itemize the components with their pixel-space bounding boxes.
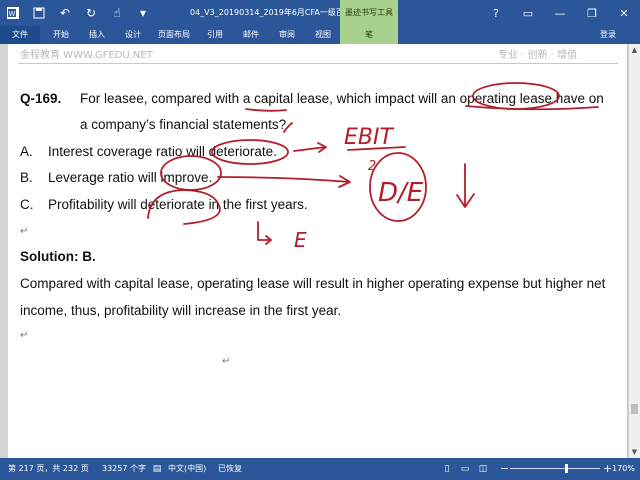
language-indicator[interactable]: 中文(中国) xyxy=(168,458,206,480)
vertical-scrollbar[interactable]: ▲ ▼ xyxy=(628,44,640,458)
tab-home[interactable]: 开始 xyxy=(44,26,78,44)
solution-text-line2: income, thus, profitability will increas… xyxy=(20,303,342,318)
page-count[interactable]: 第 217 页，共 232 页 xyxy=(8,458,89,480)
save-icon[interactable] xyxy=(26,0,52,26)
header-divider xyxy=(18,63,618,64)
status-bar: 第 217 页，共 232 页 33257 个字 ▤ 中文(中国) 已恢复 ▯ … xyxy=(0,458,640,480)
ink-arrow-b xyxy=(217,175,351,188)
scroll-down-icon[interactable]: ▼ xyxy=(629,446,640,458)
login-link[interactable]: 登录 xyxy=(600,26,616,44)
scroll-up-icon[interactable]: ▲ xyxy=(629,44,640,56)
minimize-button[interactable]: — xyxy=(544,0,576,26)
tab-references[interactable]: 引用 xyxy=(198,26,232,44)
help-button[interactable]: ? xyxy=(480,0,512,26)
word-count[interactable]: 33257 个字 xyxy=(102,458,146,480)
undo-icon[interactable]: ↶ xyxy=(52,0,78,26)
option-c-letter: C. xyxy=(20,197,34,212)
print-layout-icon[interactable]: ▭ xyxy=(458,462,472,476)
ink-ebit: EBIT xyxy=(344,125,394,150)
word-app-icon[interactable]: W xyxy=(0,0,26,26)
zoom-out-button[interactable]: − xyxy=(500,458,509,480)
ink-down-arrow xyxy=(456,163,475,208)
read-mode-icon[interactable]: ▯ xyxy=(440,462,454,476)
option-b-letter: B. xyxy=(20,170,33,185)
question-text-line1: For leasee, compared with a capital leas… xyxy=(80,91,604,106)
window-controls: ? ▭ — ❐ ✕ xyxy=(480,0,640,26)
zoom-slider-thumb[interactable] xyxy=(564,464,568,473)
tab-view[interactable]: 视图 xyxy=(306,26,340,44)
solution-text-line1: Compared with capital lease, operating l… xyxy=(20,276,606,291)
question-text-line2: a company’s financial statements? xyxy=(80,117,287,132)
scroll-thumb[interactable] xyxy=(631,404,638,414)
ink-underline-operating-lease xyxy=(465,105,599,111)
restore-button[interactable]: ❐ xyxy=(576,0,608,26)
redo-icon[interactable]: ↻ xyxy=(78,0,104,26)
option-b-text: Leverage ratio will improve. xyxy=(48,170,213,185)
zoom-slider[interactable] xyxy=(510,468,600,469)
ink-arrow-a xyxy=(293,142,327,153)
option-a-letter: A. xyxy=(20,144,33,159)
solution-label: Solution: B. xyxy=(20,249,96,264)
ink-e: E xyxy=(294,228,307,252)
web-layout-icon[interactable]: ◫ xyxy=(476,462,490,476)
close-button[interactable]: ✕ xyxy=(608,0,640,26)
svg-text:W: W xyxy=(9,10,16,18)
paragraph-mark: ↵ xyxy=(20,330,29,341)
proofing-icon[interactable]: ▤ xyxy=(150,462,164,476)
tab-layout[interactable]: 页面布局 xyxy=(152,26,196,44)
tab-design[interactable]: 设计 xyxy=(116,26,150,44)
customize-toolbar-icon[interactable]: ▾ xyxy=(130,0,156,26)
tab-file[interactable]: 文件 xyxy=(0,26,40,44)
paragraph-mark: ↵ xyxy=(20,226,29,237)
page-header-left: 金程教育 WWW.GFEDU.NET xyxy=(20,50,153,61)
option-a-text: Interest coverage ratio will deteriorate… xyxy=(48,144,277,159)
ink-annotations: EBIT 2 D/E E xyxy=(147,82,599,252)
ink-circle-de xyxy=(369,152,427,222)
quick-access-toolbar: W ↶ ↻ ☝ ▾ xyxy=(0,0,156,26)
ink-underline-capital-lease xyxy=(245,108,287,112)
ink-de: D/E xyxy=(378,178,424,208)
document-page[interactable]: 金程教育 WWW.GFEDU.NET 专业 · 创新 · 增值 Q-169. F… xyxy=(8,44,628,458)
tab-mailings[interactable]: 邮件 xyxy=(234,26,268,44)
paragraph-mark: ↵ xyxy=(222,356,231,367)
ink-arrow-c xyxy=(257,221,272,245)
tab-insert[interactable]: 插入 xyxy=(80,26,114,44)
tab-pen[interactable]: 笔 xyxy=(340,26,398,44)
tab-review[interactable]: 审阅 xyxy=(270,26,304,44)
recovered-status: 已恢复 xyxy=(218,464,242,473)
option-c-text: Profitability will deteriorate in the fi… xyxy=(48,197,308,212)
ink-tools-context-label: 墨迹书写工具 xyxy=(340,0,398,26)
question-number: Q-169. xyxy=(20,91,62,106)
page-header-right: 专业 · 创新 · 增值 xyxy=(497,50,577,61)
ink-fraction-line xyxy=(347,146,406,151)
touch-mode-icon[interactable]: ☝ xyxy=(104,0,130,26)
ribbon-tabs: 文件 开始 插入 设计 页面布局 引用 邮件 审阅 视图 笔 登录 xyxy=(0,26,640,44)
ribbon-display-options-button[interactable]: ▭ xyxy=(512,0,544,26)
zoom-in-button[interactable]: + xyxy=(603,458,612,480)
zoom-level[interactable]: 170% xyxy=(612,458,635,480)
document-area: 金程教育 WWW.GFEDU.NET 专业 · 创新 · 增值 Q-169. F… xyxy=(0,44,640,458)
title-bar: W ↶ ↻ ☝ ▾ 04_V3_20190314_2019年6月CFA一级百题预… xyxy=(0,0,640,26)
ink-two: 2 xyxy=(368,159,376,174)
